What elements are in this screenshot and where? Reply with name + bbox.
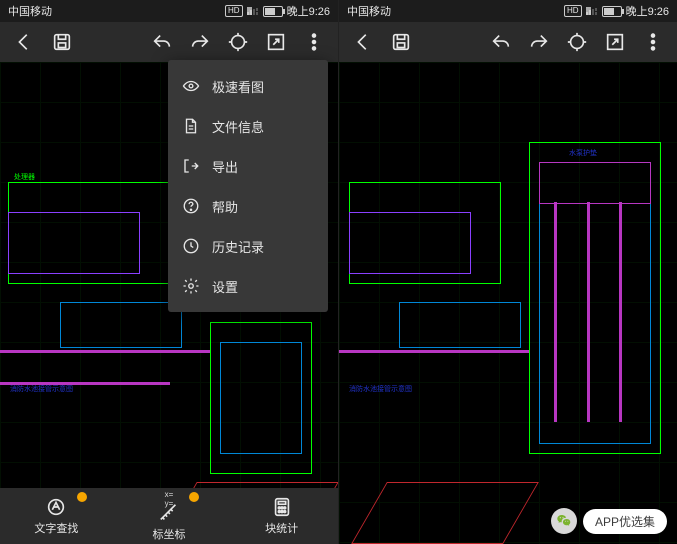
zoom-extents-button[interactable] (559, 24, 595, 60)
text-search-icon (45, 496, 67, 518)
battery-icon (263, 6, 283, 17)
nav-block-stats[interactable]: 块统计 (225, 488, 338, 544)
menu-item-label: 设置 (212, 277, 238, 296)
menu-item-label: 文件信息 (212, 117, 264, 136)
menu-item-settings[interactable]: 设置 (168, 266, 328, 306)
more-menu-button[interactable] (635, 24, 671, 60)
expand-icon (604, 31, 626, 53)
save-button[interactable] (44, 24, 80, 60)
target-icon (566, 31, 588, 53)
phone-right: 中国移动 HD 晚上9:26 (338, 0, 677, 544)
menu-item-export[interactable]: 导出 (168, 146, 328, 186)
save-button[interactable] (383, 24, 419, 60)
ruler-icon (158, 502, 180, 524)
redo-icon (528, 31, 550, 53)
signal-icon (586, 7, 598, 15)
history-icon (182, 237, 200, 255)
save-icon (51, 31, 73, 53)
more-vertical-icon (303, 31, 325, 53)
canvas-annotation: 处理器 (14, 172, 35, 182)
badge-dot (77, 492, 87, 502)
menu-item-fileinfo[interactable]: 文件信息 (168, 106, 328, 146)
more-menu-button[interactable] (296, 24, 332, 60)
back-button[interactable] (6, 24, 42, 60)
drawing-canvas[interactable]: 水泵护垫 消防水池接管示意图 (339, 62, 677, 544)
undo-button[interactable] (144, 24, 180, 60)
gear-icon (182, 277, 200, 295)
watermark: APP优选集 (551, 508, 667, 534)
calculator-icon (271, 496, 293, 518)
menu-item-label: 历史记录 (212, 237, 264, 256)
file-icon (182, 117, 200, 135)
back-button[interactable] (345, 24, 381, 60)
undo-button[interactable] (483, 24, 519, 60)
help-icon (182, 197, 200, 215)
arrow-left-icon (352, 31, 374, 53)
top-toolbar (339, 22, 677, 62)
menu-item-label: 导出 (212, 157, 238, 176)
status-bar: 中国移动 HD 晚上9:26 (339, 0, 677, 22)
carrier-label: 中国移动 (347, 3, 391, 19)
nav-coordinate[interactable]: x=y= 标坐标 (113, 488, 226, 544)
badge-dot (189, 492, 199, 502)
redo-icon (189, 31, 211, 53)
carrier-label: 中国移动 (8, 3, 52, 19)
battery-icon (602, 6, 622, 17)
overflow-menu: 极速看图 文件信息 导出 帮助 历史记录 设置 (168, 60, 328, 312)
clock-label: 晚上9:26 (626, 3, 669, 19)
undo-icon (151, 31, 173, 53)
fullscreen-button[interactable] (597, 24, 633, 60)
save-icon (390, 31, 412, 53)
redo-button[interactable] (521, 24, 557, 60)
nav-text-search[interactable]: 文字查找 (0, 488, 113, 544)
menu-item-history[interactable]: 历史记录 (168, 226, 328, 266)
hd-badge: HD (225, 5, 243, 17)
more-vertical-icon (642, 31, 664, 53)
menu-item-quickview[interactable]: 极速看图 (168, 66, 328, 106)
nav-label: 标坐标 (153, 526, 186, 542)
expand-icon (265, 31, 287, 53)
nav-label: 块统计 (265, 520, 298, 536)
zoom-extents-button[interactable] (220, 24, 256, 60)
hd-badge: HD (564, 5, 582, 17)
canvas-annotation: 水泵护垫 (569, 148, 597, 158)
canvas-caption: 消防水池接管示意图 (349, 384, 412, 394)
watermark-label: APP优选集 (583, 509, 667, 534)
top-toolbar (0, 22, 338, 62)
status-bar: 中国移动 HD 晚上9:26 (0, 0, 338, 22)
menu-item-label: 帮助 (212, 197, 238, 216)
signal-icon (247, 7, 259, 15)
bottom-toolbar: 文字查找 x=y= 标坐标 块统计 (0, 488, 338, 544)
export-icon (182, 157, 200, 175)
undo-icon (490, 31, 512, 53)
fullscreen-button[interactable] (258, 24, 294, 60)
canvas-caption: 消防水池接管示意图 (10, 384, 73, 394)
eye-icon (182, 77, 200, 95)
wechat-icon (551, 508, 577, 534)
nav-label: 文字查找 (34, 520, 78, 536)
arrow-left-icon (13, 31, 35, 53)
menu-item-label: 极速看图 (212, 77, 264, 96)
redo-button[interactable] (182, 24, 218, 60)
target-icon (227, 31, 249, 53)
phone-left: 中国移动 HD 晚上9:26 (0, 0, 338, 544)
menu-item-help[interactable]: 帮助 (168, 186, 328, 226)
clock-label: 晚上9:26 (287, 3, 330, 19)
